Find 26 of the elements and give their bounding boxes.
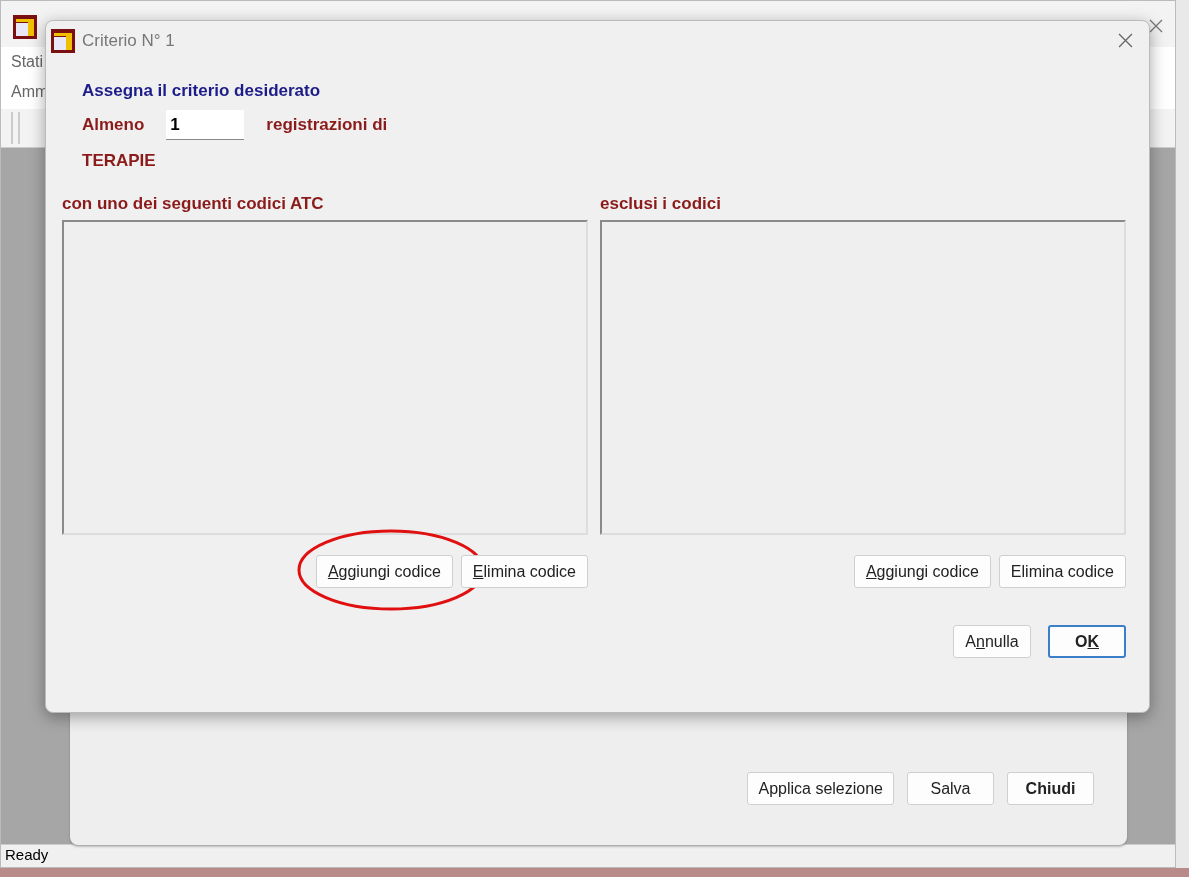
dialog-button[interactable]: Annulla [953, 625, 1031, 658]
dialog-title: Criterio N° 1 [82, 31, 175, 51]
count-field[interactable]: 1 [166, 110, 245, 140]
toolbar-grip[interactable] [11, 112, 20, 144]
menu-item[interactable]: Stati [11, 47, 43, 77]
dialog-button[interactable]: Applica selezione [747, 772, 894, 805]
dialog-button[interactable]: Aggiungi codice [315, 555, 453, 588]
dialog-button[interactable]: Chiudi [1007, 772, 1094, 805]
label-text: registrazioni di [266, 115, 388, 135]
category-text: TERAPIE [82, 151, 156, 171]
dialog-button[interactable]: OK [1048, 625, 1126, 658]
dialog-button[interactable]: Salva [907, 772, 994, 805]
list-box[interactable] [600, 220, 1126, 535]
list-label: con uno dei seguenti codici ATC [62, 194, 324, 214]
status-text: Ready [5, 846, 49, 863]
dialog-button[interactable]: Elimina codice [998, 555, 1126, 588]
close-icon[interactable] [1149, 19, 1163, 33]
app-icon [51, 29, 75, 53]
close-icon[interactable] [1118, 33, 1133, 48]
heading-text: Assegna il criterio desiderato [82, 81, 321, 101]
list-label: esclusi i codici [600, 194, 721, 214]
list-box[interactable] [62, 220, 588, 535]
app-icon [13, 15, 37, 39]
dialog-button[interactable]: Aggiungi codice [853, 555, 991, 588]
label-text: Almeno [82, 115, 145, 135]
dialog-button[interactable]: Elimina codice [460, 555, 588, 588]
